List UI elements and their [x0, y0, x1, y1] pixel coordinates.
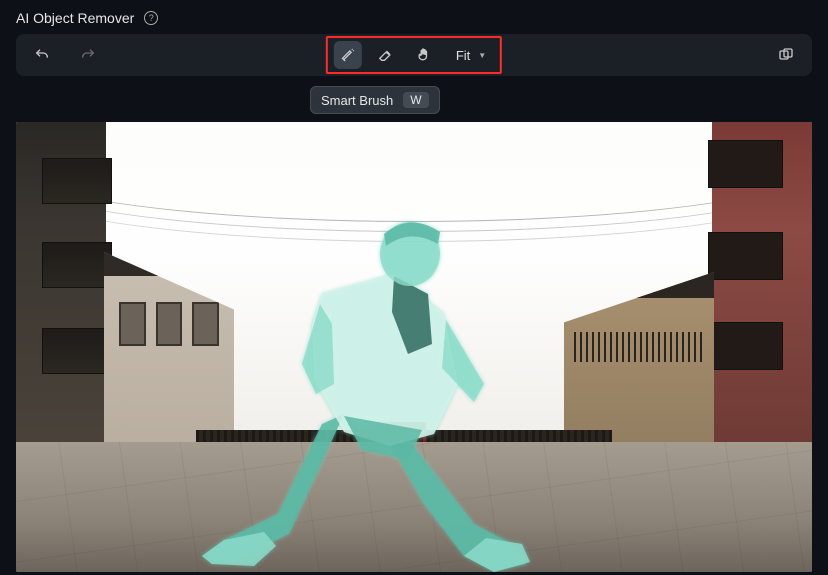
chevron-down-icon: ▼ — [478, 51, 486, 60]
hand-button[interactable] — [410, 41, 438, 69]
tool-controls: Fit ▼ — [326, 36, 502, 74]
toolbar: Fit ▼ — [16, 34, 812, 76]
bg-building — [16, 122, 106, 472]
view-controls — [772, 41, 800, 69]
help-icon[interactable]: ? — [144, 11, 158, 25]
tooltip-label: Smart Brush — [321, 93, 393, 108]
eraser-icon — [378, 47, 394, 63]
toolbar-container: Fit ▼ — [0, 34, 828, 76]
zoom-select[interactable]: Fit ▼ — [448, 48, 494, 63]
redo-icon — [80, 47, 96, 63]
smart-brush-tooltip: Smart Brush W — [310, 86, 440, 114]
hand-icon — [416, 47, 432, 63]
header: AI Object Remover ? — [0, 0, 828, 34]
undo-icon — [34, 47, 50, 63]
page-title: AI Object Remover — [16, 10, 134, 26]
redo-button[interactable] — [74, 41, 102, 69]
history-controls — [28, 41, 102, 69]
tooltip-shortcut: W — [403, 92, 428, 108]
smart-brush-icon — [340, 47, 356, 63]
bg-building — [712, 122, 812, 477]
ai-selection-overlay — [194, 184, 574, 572]
smart-brush-button[interactable] — [334, 41, 362, 69]
eraser-button[interactable] — [372, 41, 400, 69]
undo-button[interactable] — [28, 41, 56, 69]
editor-canvas[interactable] — [16, 122, 812, 572]
zoom-label: Fit — [456, 48, 470, 63]
compare-button[interactable] — [772, 41, 800, 69]
canvas-container — [0, 122, 828, 572]
compare-icon — [778, 47, 794, 63]
annotation-highlight: Fit ▼ — [326, 36, 502, 74]
